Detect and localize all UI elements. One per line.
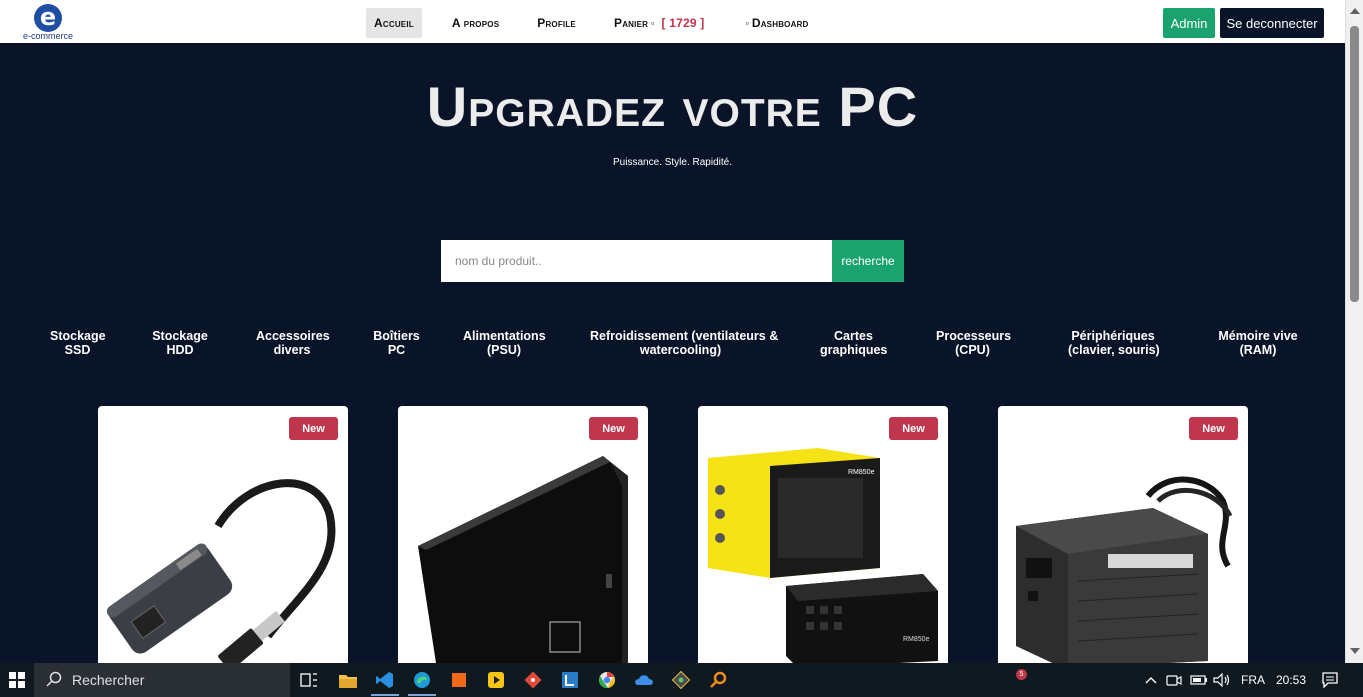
category-label: (RAM)	[1239, 343, 1277, 357]
notification-count-badge: 5	[1016, 669, 1027, 680]
category-label: Refroidissement (ventilateurs &	[590, 329, 779, 343]
battery-icon[interactable]	[1188, 669, 1210, 691]
category-label: (CPU)	[955, 343, 990, 357]
new-badge: New	[889, 417, 938, 440]
page-scrollbar[interactable]	[1345, 0, 1363, 663]
nav-dashboard[interactable]: ▫ Dashboard	[734, 8, 816, 38]
category-cases[interactable]: Boîtiers PC	[373, 329, 420, 357]
category-label: Boîtiers	[373, 329, 420, 343]
task-view-icon[interactable]	[298, 669, 320, 691]
category-label: (clavier, souris)	[1068, 343, 1160, 357]
product-card[interactable]: New	[398, 406, 648, 668]
edge-browser-icon[interactable]	[411, 669, 433, 691]
nav-home-label: Accueil	[374, 16, 414, 30]
logo-text: e-commerce	[22, 31, 73, 41]
logo-mark: e	[34, 4, 62, 32]
database-tool-icon[interactable]	[559, 669, 581, 691]
category-gpu[interactable]: Cartes graphiques	[820, 329, 887, 357]
show-hidden-icons-icon[interactable]	[1140, 669, 1162, 691]
category-cooling[interactable]: Refroidissement (ventilateurs & watercool…	[590, 329, 778, 357]
category-label: Stockage	[50, 329, 106, 343]
svg-text:RM850e: RM850e	[848, 469, 875, 476]
category-label: divers	[273, 343, 311, 357]
active-app-indicator	[371, 694, 399, 696]
volume-icon[interactable]	[1211, 669, 1233, 691]
windows-start-icon[interactable]	[0, 663, 34, 697]
nav-about-label: A propos	[451, 16, 500, 30]
category-label: Accessoires	[256, 329, 330, 343]
corsair-psu-image: RM850e RM850e	[708, 448, 938, 668]
hero-subtitle: Puissance. Style. Rapidité.	[613, 157, 732, 168]
category-ram[interactable]: Mémoire vive (RAM)	[1217, 329, 1299, 357]
nav-profile[interactable]: Profile	[529, 8, 584, 38]
category-label: Cartes	[834, 329, 873, 343]
category-hdd[interactable]: Stockage HDD	[152, 329, 208, 357]
file-explorer-icon[interactable]	[337, 669, 359, 691]
chrome-browser-icon[interactable]	[596, 669, 618, 691]
search-button[interactable]: recherche	[832, 240, 904, 282]
nav-dashboard-label: Dashboard	[751, 16, 809, 30]
category-label: watercooling)	[639, 343, 722, 357]
taskbar-search-placeholder: Rechercher	[72, 672, 145, 688]
new-badge: New	[289, 417, 338, 440]
category-accessories[interactable]: Accessoires divers	[256, 329, 330, 357]
dev-tool-icon[interactable]	[670, 669, 692, 691]
cart-icon: ▫	[651, 18, 655, 28]
office-app-icon[interactable]	[448, 669, 470, 691]
nav-about[interactable]: A propos	[444, 8, 507, 38]
top-navbar: e e-commerce Accueil A propos Profile Pa…	[0, 0, 1345, 43]
language-indicator[interactable]: FRA	[1241, 663, 1265, 697]
usb-ethernet-adapter-image	[106, 479, 336, 668]
category-label: Processeurs	[936, 329, 1012, 343]
category-label: (PSU)	[486, 343, 522, 357]
hero-title: Upgradez votre PC	[426, 75, 919, 138]
nav-cart[interactable]: Panier ▫ [ 1729 ]	[606, 8, 712, 38]
scroll-thumb[interactable]	[1350, 26, 1359, 302]
category-label: Stockage	[152, 329, 208, 343]
external-dvd-drive-image	[418, 456, 628, 668]
notifications-icon[interactable]	[1319, 669, 1341, 691]
admin-button[interactable]: Admin	[1163, 8, 1215, 38]
svg-text:RM850e: RM850e	[903, 636, 930, 643]
meet-now-icon[interactable]	[1163, 669, 1185, 691]
category-ssd[interactable]: Stockage SSD	[50, 329, 106, 357]
windows-taskbar: Rechercher FRA 20:53	[0, 663, 1363, 697]
category-label: HDD	[166, 343, 194, 357]
product-card[interactable]: New RM850e RM850e	[698, 406, 948, 668]
logout-button[interactable]: Se deconnecter	[1220, 8, 1324, 38]
media-player-icon[interactable]	[485, 669, 507, 691]
active-app-indicator	[408, 694, 436, 696]
new-badge: New	[589, 417, 638, 440]
category-label: Mémoire vive	[1218, 329, 1298, 343]
new-badge: New	[1189, 417, 1238, 440]
category-cpu[interactable]: Processeurs (CPU)	[936, 329, 1012, 357]
site-logo[interactable]: e e-commerce	[20, 4, 76, 41]
search-tool-icon[interactable]	[707, 669, 729, 691]
scroll-up-icon[interactable]	[1350, 8, 1360, 14]
atx-psu-image	[1016, 476, 1233, 668]
clock[interactable]: 20:53	[1276, 663, 1306, 697]
nav-home[interactable]: Accueil	[366, 8, 422, 38]
category-psu[interactable]: Alimentations (PSU)	[463, 329, 546, 357]
nav-links: Accueil A propos Profile Panier ▫ [ 1729…	[366, 8, 839, 38]
cart-count: [ 1729 ]	[661, 16, 705, 30]
category-label: Périphériques	[1071, 329, 1155, 343]
category-label: PC	[387, 343, 406, 357]
category-label: Alimentations	[463, 329, 546, 343]
dashboard-icon: ▫	[745, 18, 749, 28]
vscode-icon[interactable]	[374, 669, 396, 691]
search-icon	[46, 671, 62, 690]
search-input[interactable]	[441, 240, 832, 282]
taskbar-search[interactable]: Rechercher	[34, 663, 290, 697]
category-peripherals[interactable]: Périphériques (clavier, souris)	[1068, 329, 1160, 357]
nav-cart-label: Panier	[613, 16, 649, 30]
nav-profile-label: Profile	[537, 16, 576, 30]
category-label: SSD	[64, 343, 91, 357]
git-tool-icon[interactable]	[522, 669, 544, 691]
cloud-app-icon[interactable]	[633, 669, 655, 691]
category-label: graphiques	[820, 343, 888, 357]
product-card[interactable]: New	[98, 406, 348, 668]
product-card[interactable]: New	[998, 406, 1248, 668]
scroll-down-icon[interactable]	[1350, 648, 1360, 654]
